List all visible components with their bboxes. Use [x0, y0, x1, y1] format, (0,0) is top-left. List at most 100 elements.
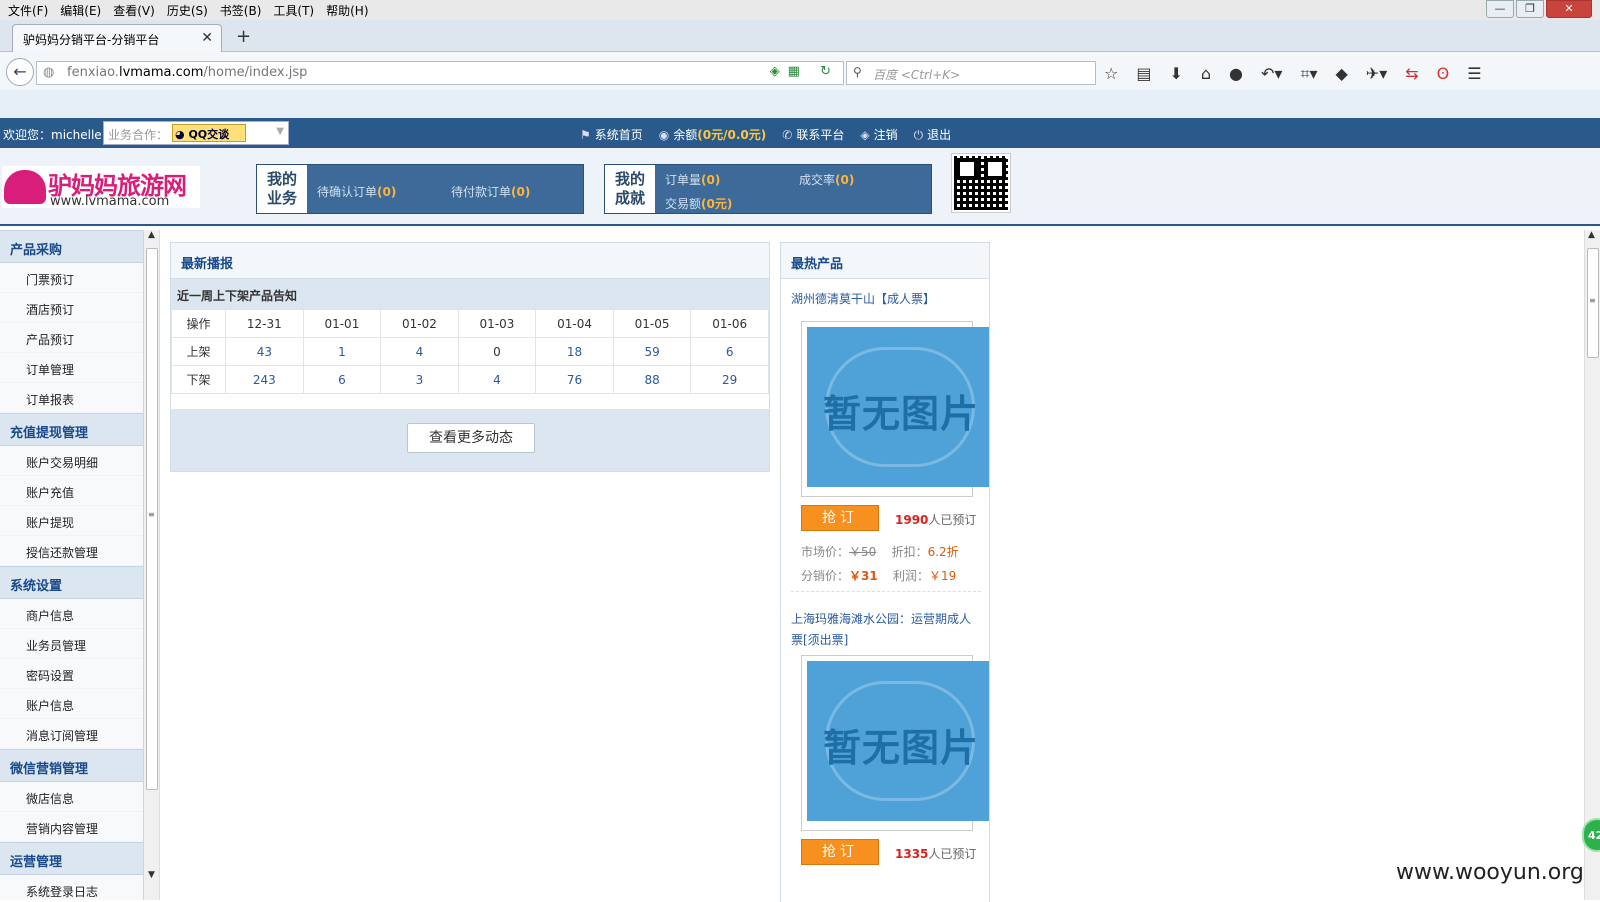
menu-tools[interactable]: 工具(T): [267, 2, 320, 19]
sidebar-item-ticket[interactable]: 门票预订: [0, 263, 143, 293]
sidebar-item-marketing[interactable]: 营销内容管理: [0, 812, 143, 842]
menu-history[interactable]: 历史(S): [161, 2, 214, 19]
menu-edit[interactable]: 编辑(E): [54, 2, 107, 19]
table-cell-link[interactable]: 88: [612, 365, 692, 394]
sidebar-item-staff[interactable]: 业务员管理: [0, 629, 143, 659]
more-news-button[interactable]: 查看更多动态: [407, 423, 535, 453]
new-tab-icon[interactable]: +: [236, 26, 251, 47]
qq-chat-button[interactable]: ◕ QQ交谈: [172, 124, 246, 142]
product-image-frame[interactable]: 暂无图片: [801, 321, 989, 497]
chat-icon[interactable]: ●: [1229, 64, 1243, 84]
nav-logout[interactable]: ⏻ 退出: [914, 126, 952, 143]
booked-number: 1990: [895, 513, 929, 527]
sidebar-item-hotel[interactable]: 酒店预订: [0, 293, 143, 323]
sidebar-item-subscriptions[interactable]: 消息订阅管理: [0, 719, 143, 749]
table-cell-link[interactable]: 6: [690, 337, 769, 366]
address-bar[interactable]: ◍ fenxiao.lvmama.com/home/index.jsp ◈▦ ↻: [36, 61, 844, 85]
table-cell-link[interactable]: 43: [225, 337, 304, 366]
nav-home[interactable]: ⚑ 系统首页: [580, 126, 643, 143]
browser-toolbar: ☆ ▤ ⬇ ⌂ ● ↶▾ ⌗▾ ◆ ✈▾ ⇆ ʘ ☰: [1104, 64, 1482, 84]
business-cooperation-box[interactable]: 业务合作： ◕ QQ交谈 ▼: [103, 121, 289, 145]
buy-button[interactable]: 抢订: [801, 505, 879, 531]
table-cell-link[interactable]: 1: [302, 337, 382, 366]
bookmarks-bar: [0, 90, 1600, 118]
search-input[interactable]: ⚲ 百度 <Ctrl+K>: [846, 61, 1096, 85]
discount-label: 折扣：: [891, 545, 928, 559]
close-window-icon[interactable]: ✕: [1546, 0, 1592, 18]
addon-icon[interactable]: ✈▾: [1366, 64, 1387, 84]
table-cell-link[interactable]: 76: [535, 365, 614, 394]
product-image-frame[interactable]: 暂无图片: [801, 655, 989, 831]
scroll-up-icon[interactable]: ▲: [1588, 230, 1595, 240]
scroll-up-icon[interactable]: ▲: [148, 230, 155, 240]
scroll-down-icon[interactable]: ▼: [148, 870, 155, 880]
table-cell-link[interactable]: 59: [612, 337, 692, 366]
table-cell-link[interactable]: 3: [380, 365, 459, 394]
product-name-link[interactable]: 湖州德清莫干山【成人票】: [791, 289, 981, 310]
site-logo[interactable]: 驴妈妈旅游网 www.lvmama.com: [2, 166, 200, 209]
menu-file[interactable]: 文件(F): [2, 2, 54, 19]
search-icon: ⚲: [853, 65, 862, 79]
sidebar-item-password[interactable]: 密码设置: [0, 659, 143, 689]
sidebar-item-order-report[interactable]: 订单报表: [0, 383, 143, 413]
sidebar-item-account[interactable]: 账户信息: [0, 689, 143, 719]
table-cell-link[interactable]: 4: [380, 337, 459, 366]
weibo-icon[interactable]: ʘ: [1437, 64, 1450, 84]
table-cell-link[interactable]: 18: [535, 337, 614, 366]
menu-view[interactable]: 查看(V): [107, 2, 161, 19]
buy-button[interactable]: 抢订: [801, 839, 879, 865]
trade-amount-value: (0元): [701, 197, 733, 211]
speech-icon[interactable]: ◆: [1335, 64, 1347, 84]
table-cell-link[interactable]: 243: [225, 365, 304, 394]
sidebar-item-recharge[interactable]: 账户充值: [0, 476, 143, 506]
tab-close-icon[interactable]: ✕: [201, 30, 213, 46]
bookmark-star-icon[interactable]: ☆: [1104, 64, 1118, 84]
sync-icon[interactable]: ⇆: [1405, 64, 1418, 84]
menu-help[interactable]: 帮助(H): [320, 2, 374, 19]
sidebar-item-merchant[interactable]: 商户信息: [0, 599, 143, 629]
hamburger-menu-icon[interactable]: ☰: [1467, 64, 1481, 84]
sidebar-group-operations[interactable]: 运营管理: [0, 842, 143, 875]
product-name-link[interactable]: 上海玛雅海滩水公园：运营期成人票[须出票]: [791, 609, 981, 651]
sidebar-item-credit[interactable]: 授信还款管理: [0, 536, 143, 566]
sidebar-item-product[interactable]: 产品预订: [0, 323, 143, 353]
pending-payment-orders[interactable]: 待付款订单(0): [451, 183, 530, 200]
restore-icon[interactable]: ❐: [1516, 0, 1544, 18]
url-prefix: fenxiao.: [67, 65, 119, 80]
home-icon[interactable]: ⌂: [1201, 64, 1211, 84]
chevron-down-icon[interactable]: ▼: [276, 126, 284, 137]
undo-icon[interactable]: ↶▾: [1261, 64, 1282, 84]
sidebar-item-transactions[interactable]: 账户交易明细: [0, 446, 143, 476]
reload-icon[interactable]: ◈▦ ↻: [770, 64, 839, 79]
table-cell-link[interactable]: 6: [302, 365, 382, 394]
table-cell-link[interactable]: 29: [690, 365, 769, 394]
crop-icon[interactable]: ⌗▾: [1300, 64, 1317, 84]
nav-contact[interactable]: ✆ 联系平台: [782, 126, 844, 143]
column-header: 01-06: [690, 309, 769, 338]
sidebar-item-microstore[interactable]: 微店信息: [0, 782, 143, 812]
sidebar-item-login-log[interactable]: 系统登录日志: [0, 875, 143, 900]
reading-list-icon[interactable]: ▤: [1136, 64, 1151, 84]
sidebar-group-purchase[interactable]: 产品采购: [0, 230, 143, 263]
sidebar-item-orders[interactable]: 订单管理: [0, 353, 143, 383]
sidebar-item-withdraw[interactable]: 账户提现: [0, 506, 143, 536]
browser-tab[interactable]: 驴妈妈分销平台-分销平台 ✕: [12, 24, 222, 52]
menu-bookmarks[interactable]: 书签(B): [214, 2, 268, 19]
news-panel: 最新播报 近一周上下架产品告知 操作 12-31 01-01 01-02 01-…: [170, 242, 770, 472]
download-icon[interactable]: ⬇: [1169, 64, 1182, 84]
scrollbar-thumb[interactable]: [146, 248, 158, 790]
nav-balance[interactable]: ◉ 余额(0元/0.0元): [659, 126, 766, 143]
minimize-icon[interactable]: —: [1486, 0, 1514, 18]
sidebar-group-settings[interactable]: 系统设置: [0, 566, 143, 599]
qq-button-label: QQ交谈: [188, 128, 230, 141]
sidebar-group-wechat[interactable]: 微信营销管理: [0, 749, 143, 782]
back-arrow-icon[interactable]: ←: [6, 58, 34, 86]
pending-confirm-orders[interactable]: 待确认订单(0): [317, 183, 396, 200]
nav-cancel[interactable]: ◈ 注销: [860, 126, 897, 143]
hot-products-panel: 最热产品 湖州德清莫干山【成人票】 暂无图片 抢订 1990人已预订 市场价：￥…: [780, 242, 990, 902]
news-subtitle: 近一周上下架产品告知: [171, 279, 769, 309]
table-cell-link[interactable]: 4: [457, 365, 537, 394]
sidebar-scrollbar[interactable]: ▲ ≡ ▼: [144, 230, 160, 900]
sidebar-group-recharge[interactable]: 充值提现管理: [0, 413, 143, 446]
page-scrollbar[interactable]: ▲ ≡: [1584, 230, 1600, 900]
